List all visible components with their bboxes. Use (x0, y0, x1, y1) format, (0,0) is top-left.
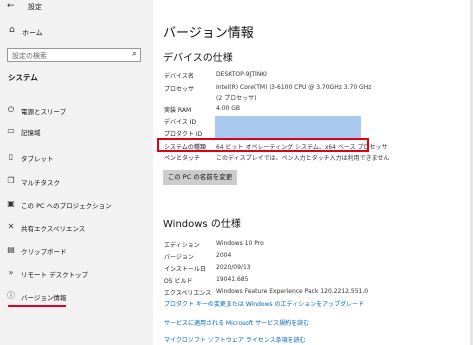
spec-row-os-build: OS ビルド 19041.685 (164, 276, 248, 285)
spec-value: Windows 10 Pro (216, 240, 264, 247)
storage-icon: ▭ (7, 126, 15, 135)
info-icon: ⓘ (7, 291, 15, 300)
search-placeholder: 設定の検索 (12, 52, 47, 60)
spec-key: インストール日 (164, 266, 206, 273)
spec-key: ペンとタッチ (164, 155, 201, 162)
spec-row-product-id: プロダクト ID (164, 129, 216, 138)
service-agreement-link[interactable]: サービスに適用される Microsoft サービス規約を読む (164, 318, 309, 327)
spec-key: デバイス ID (164, 119, 197, 126)
spec-row-device-id: デバイス ID (164, 117, 216, 126)
spec-value: 2020/09/13 (216, 264, 251, 271)
search-icon[interactable]: ⌕ (132, 49, 137, 59)
spec-row-processor: プロセッサ Intel(R) Core(TM) i3-6100 CPU @ 3.… (164, 84, 371, 93)
spec-row-install-date: インストール日 2020/09/13 (164, 264, 251, 273)
power-icon: ⏻ (7, 105, 15, 114)
tablet-icon: ▯ (8, 152, 14, 161)
spec-value: Windows Feature Experience Pack 120.2212… (216, 288, 369, 295)
spec-key: プロセッサ (164, 86, 195, 93)
spec-row-device-name: デバイス名 DESKTOP-9JTINKI (164, 71, 267, 80)
sidebar-item-label: タブレット (21, 155, 54, 163)
windows-spec-heading: Windows の仕様 (163, 219, 241, 230)
change-product-key-link[interactable]: プロダクト キーの変更または Windows のエディションをアップグレード (164, 299, 364, 308)
sidebar-item-storage[interactable]: ▭ 記憶域 (0, 124, 153, 140)
spec-value: 4.00 GB (216, 105, 241, 112)
selection-underline (8, 305, 66, 307)
spec-key: プロダクト ID (164, 131, 203, 138)
spec-value: Intel(R) Core(TM) i3-6100 CPU @ 3.70GHz … (216, 84, 372, 91)
spec-value: DESKTOP-9JTINKI (216, 71, 267, 78)
spec-row-version: バージョン 2004 (164, 252, 231, 261)
spec-value: (2 プロセッサ) (216, 95, 257, 102)
sidebar-item-label: バージョン情報 (21, 294, 67, 302)
sidebar-item-tablet[interactable]: ▯ タブレット (0, 150, 153, 166)
license-terms-link[interactable]: マイクロソフト ソフトウェア ライセンス条項を読む (164, 335, 306, 344)
sidebar-item-label: リモート デスクトップ (21, 271, 89, 279)
spec-row-edition: エディション Windows 10 Pro (164, 240, 264, 249)
sidebar-item-label: 記憶域 (21, 129, 41, 137)
sidebar-item-clipboard[interactable]: ▤ クリップボード (0, 243, 153, 259)
spec-key: OS ビルド (164, 278, 193, 285)
spec-key: 実装 RAM (164, 107, 192, 114)
spec-value: 19041.685 (216, 276, 249, 283)
sidebar: ← 設定 ⌂ ホーム 設定の検索 ⌕ システム ⏻ 電源とスリープ ▭ 記憶域 … (0, 0, 153, 345)
sidebar-item-label: 電源とスリープ (21, 108, 67, 116)
spec-key: エディション (164, 242, 200, 249)
highlight-box (157, 138, 369, 152)
back-arrow-icon[interactable]: ← (7, 1, 15, 11)
rename-pc-button[interactable]: この PC の名前を変更 (163, 170, 237, 185)
sidebar-item-multitasking[interactable]: ❐ マルチタスク (0, 174, 153, 190)
sidebar-item-shared-experiences[interactable]: ✕ 共有エクスペリエンス (0, 220, 153, 236)
sidebar-item-about[interactable]: ⓘ バージョン情報 (0, 289, 153, 307)
page-title: バージョン情報 (163, 26, 254, 41)
remote-desktop-icon: » (8, 268, 14, 277)
spec-key: エクスペリエンス (164, 290, 212, 297)
app-title: 設定 (28, 3, 42, 11)
home-label: ホーム (22, 29, 43, 37)
spec-row-ram: 実装 RAM 4.00 GB (164, 105, 240, 114)
home-icon: ⌂ (9, 25, 15, 35)
multitask-icon: ❐ (7, 176, 15, 185)
sidebar-item-label: マルチタスク (21, 179, 60, 187)
sidebar-item-remote-desktop[interactable]: » リモート デスクトップ (0, 266, 153, 282)
home-nav-item[interactable]: ⌂ ホーム (0, 25, 153, 41)
search-input[interactable]: 設定の検索 ⌕ (7, 48, 141, 62)
spec-key: バージョン (164, 254, 194, 261)
sidebar-item-label: 共有エクスペリエンス (21, 225, 86, 233)
spec-row-pen-touch: ペンとタッチ このディスプレイでは、ペン入力とタッチ入力は利用できません (164, 153, 389, 162)
sidebar-item-power-sleep[interactable]: ⏻ 電源とスリープ (0, 103, 153, 119)
sidebar-item-label: クリップボード (21, 248, 67, 256)
title-bar: ← 設定 (0, 0, 153, 14)
spec-value: このディスプレイでは、ペン入力とタッチ入力は利用できません (216, 155, 390, 162)
projection-icon: ▣ (7, 199, 15, 208)
redaction-bar (215, 116, 361, 138)
device-spec-heading: デバイスの仕様 (163, 53, 233, 64)
sidebar-section-title: システム (8, 73, 38, 82)
spec-row-processor-count: (2 プロセッサ) (164, 93, 256, 102)
spec-value: 2004 (216, 252, 232, 259)
sidebar-item-projection[interactable]: ▣ この PC へのプロジェクション (0, 197, 153, 213)
spec-row-experience: エクスペリエンス Windows Feature Experience Pack… (164, 288, 368, 297)
scrollbar[interactable] (470, 0, 473, 345)
sidebar-item-label: この PC へのプロジェクション (21, 202, 112, 210)
clipboard-icon: ▤ (7, 245, 15, 254)
shared-experience-icon: ✕ (7, 222, 15, 231)
spec-key: デバイス名 (164, 73, 194, 80)
